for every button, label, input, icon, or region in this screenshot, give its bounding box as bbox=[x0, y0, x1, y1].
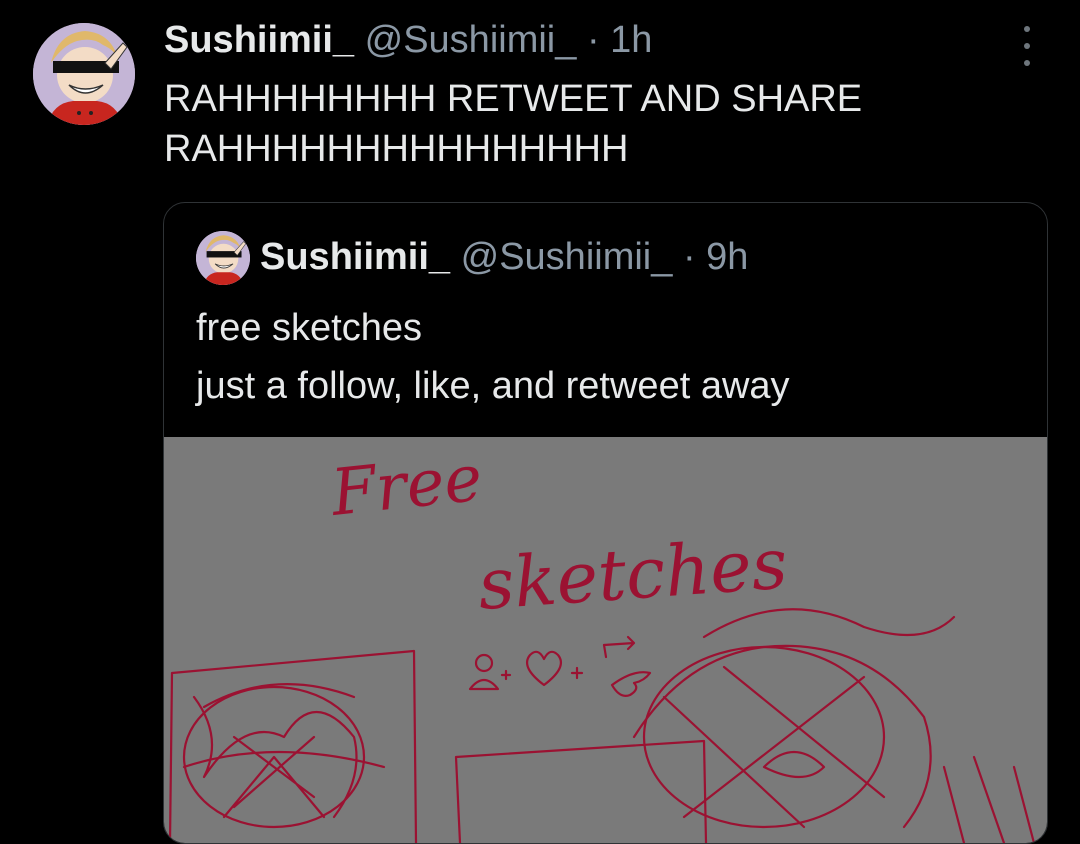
avatar[interactable] bbox=[33, 23, 135, 125]
plus-icon bbox=[570, 666, 584, 680]
separator-dot: · bbox=[682, 236, 696, 278]
follow-icon bbox=[468, 653, 512, 691]
quoted-tweet-text: free sketches just a follow, like, and r… bbox=[196, 299, 1016, 415]
quoted-handle: @Sushiimii_ bbox=[460, 236, 673, 278]
image-title-sketches: sketches bbox=[475, 523, 789, 626]
timestamp[interactable]: 1h bbox=[610, 19, 652, 61]
bird-icon bbox=[610, 671, 652, 697]
more-vertical-icon[interactable] bbox=[1012, 26, 1042, 66]
quoted-text-line: free sketches bbox=[196, 307, 422, 349]
tweet-text: RAHHHHHHHH RETWEET AND SHARE RAHHHHHHHHH… bbox=[164, 74, 1014, 174]
sketch-frame-left bbox=[168, 649, 418, 843]
tweet-text-line: RAHHHHHHHHHHHHHHH bbox=[164, 128, 629, 170]
tweet[interactable]: Sushiimii_ @Sushiimii_ · 1h RAHHHHHHHH R… bbox=[0, 0, 1080, 844]
tweet-text-line: RAHHHHHHHH RETWEET AND SHARE bbox=[164, 78, 863, 120]
quoted-display-name: Sushiimii_ bbox=[260, 236, 451, 278]
display-name[interactable]: Sushiimii_ bbox=[164, 19, 354, 61]
quoted-avatar bbox=[196, 231, 250, 285]
quoted-tweet-image[interactable]: Free sketches bbox=[164, 437, 1047, 843]
heart-icon bbox=[526, 650, 562, 687]
retweet-icon bbox=[602, 635, 636, 659]
quoted-tweet[interactable]: Sushiimii_ @Sushiimii_ · 9h free sketche… bbox=[163, 202, 1048, 844]
separator-dot: · bbox=[586, 19, 600, 61]
tweet-header: Sushiimii_ @Sushiimii_ · 1h bbox=[164, 18, 652, 62]
quoted-timestamp: 9h bbox=[706, 236, 749, 278]
image-title-free: Free bbox=[327, 442, 486, 531]
quoted-text-line: just a follow, like, and retweet away bbox=[196, 365, 790, 407]
quoted-tweet-header: Sushiimii_ @Sushiimii_ · 9h bbox=[260, 235, 748, 279]
handle[interactable]: @Sushiimii_ bbox=[365, 19, 577, 61]
